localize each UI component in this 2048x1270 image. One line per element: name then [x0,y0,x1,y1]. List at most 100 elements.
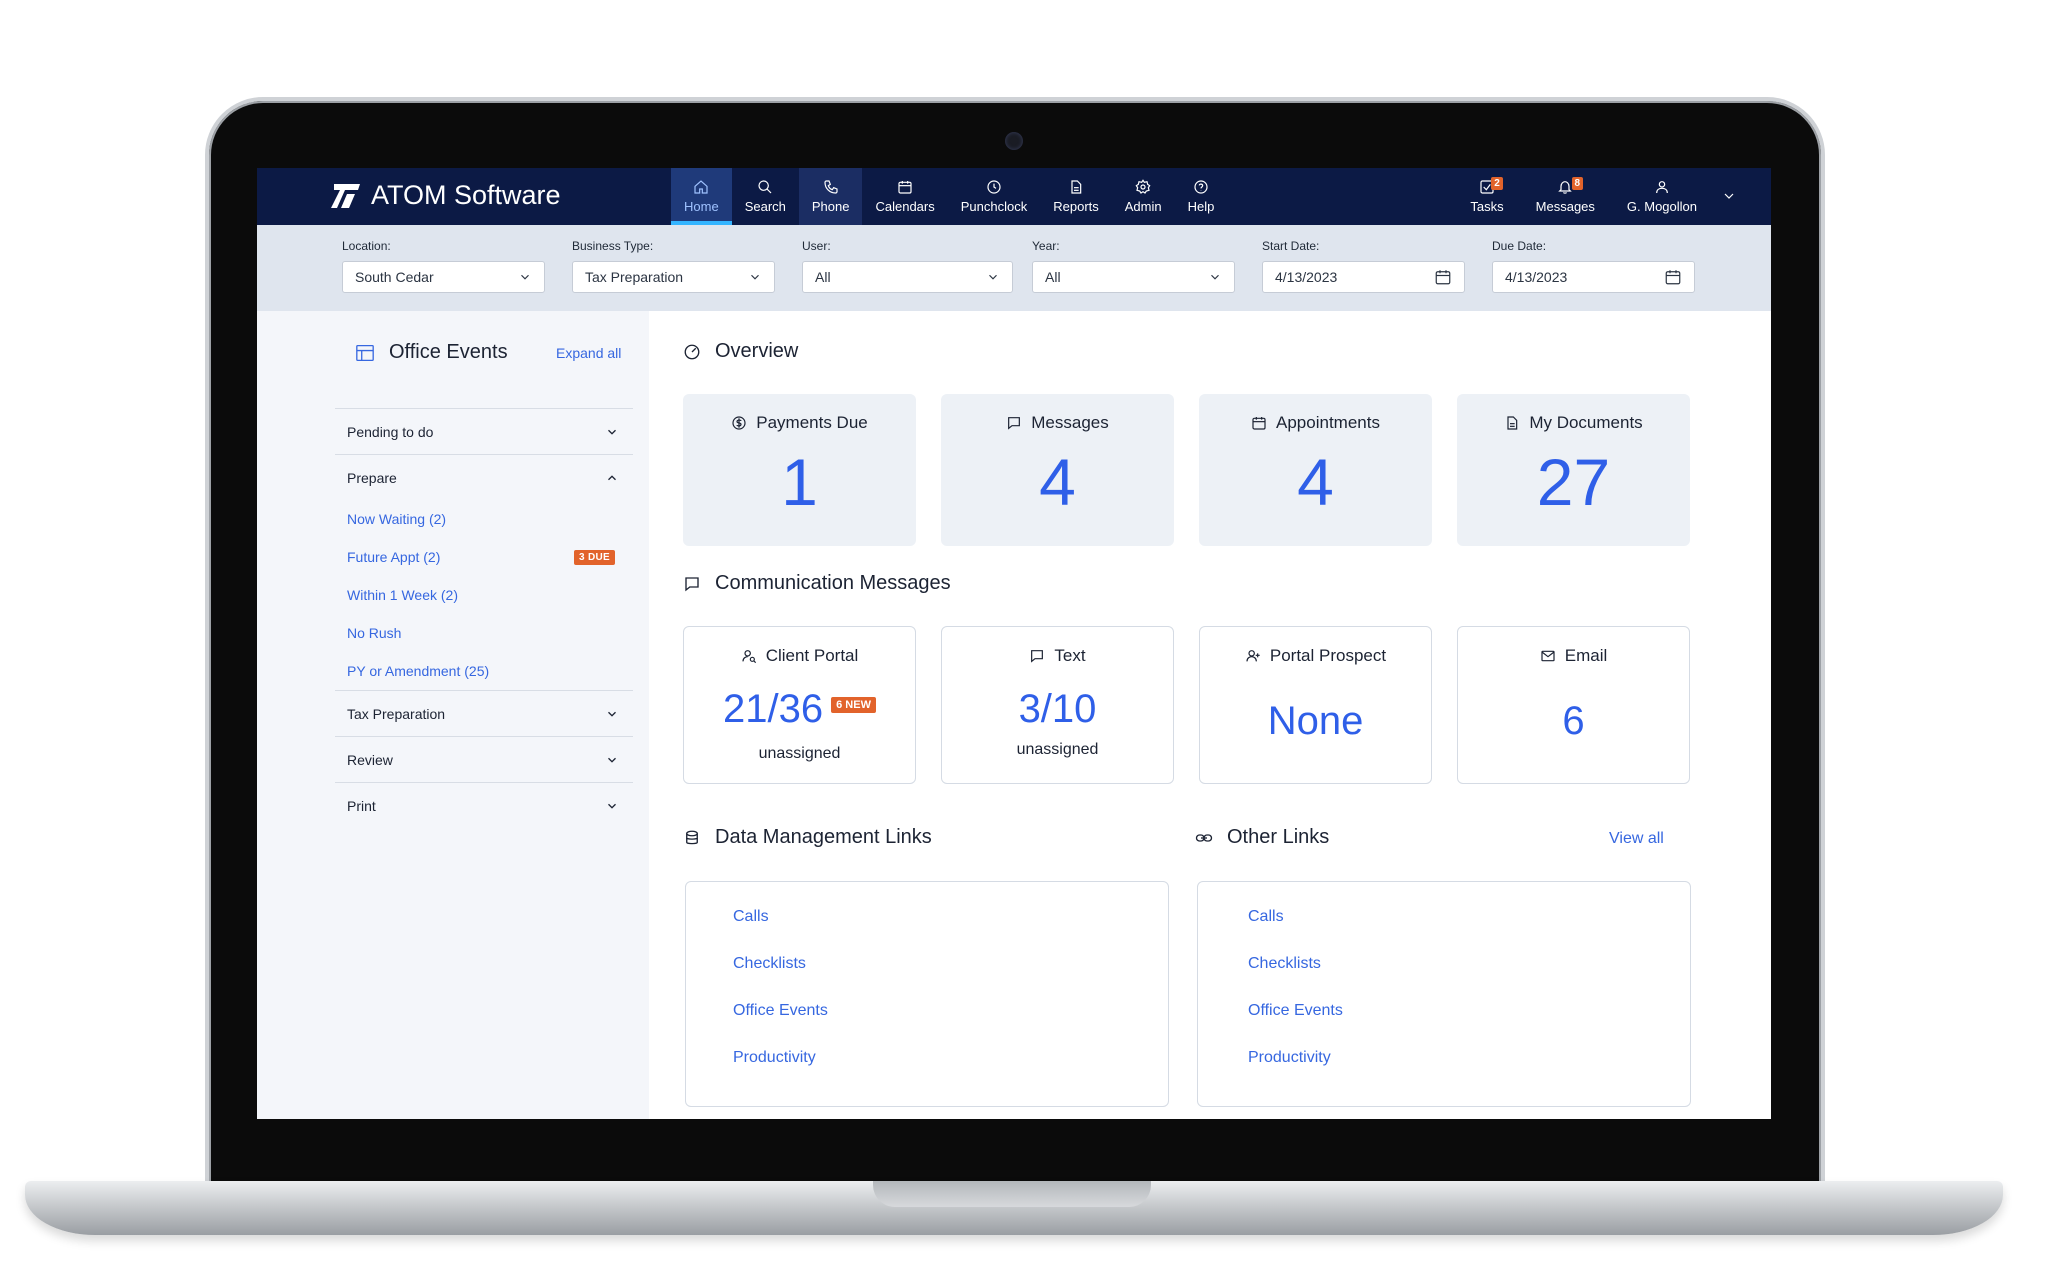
start-date-input[interactable]: 4/13/2023 [1262,261,1465,293]
prepare-item[interactable]: PY or Amendment (25) [335,652,633,690]
card-value: 21/36 [723,687,824,731]
nav-tasks[interactable]: 2 Tasks [1456,168,1517,225]
chevron-down-icon [608,803,616,809]
card-value: 4 [1039,445,1076,519]
due-date-input[interactable]: 4/13/2023 [1492,261,1695,293]
location-label: Location: [342,239,391,253]
accordion-tax-preparation[interactable]: Tax Preparation [335,690,633,736]
payments-due-card[interactable]: Payments Due 1 [683,394,916,546]
other-link-office-events[interactable]: Office Events [1248,1002,1343,1020]
prepare-item[interactable]: Within 1 Week (2) [335,576,633,614]
location-filter: Location: South Cedar [342,239,545,293]
message-icon [685,576,699,591]
data-link-calls[interactable]: Calls [733,908,769,926]
accordion-label: Print [347,797,376,814]
user-search-icon [742,650,756,664]
prepare-item[interactable]: Now Waiting (2) [335,500,633,538]
other-link-checklists[interactable]: Checklists [1248,955,1321,973]
other-links-box: Calls Checklists Office Events Productiv… [1197,881,1691,1107]
portal-prospect-card[interactable]: Portal Prospect None [1199,626,1432,784]
chevron-down-icon [608,711,616,717]
card-value: 6 [1562,699,1585,743]
user-select[interactable]: All [802,261,1013,293]
report-icon [1071,180,1082,194]
card-label: Portal Prospect [1269,646,1387,665]
other-links-header: Other Links [1195,826,1329,849]
business-type-value: Tax Preparation [585,269,684,285]
data-link-productivity[interactable]: Productivity [733,1049,816,1067]
item-label: Within 1 Week (2) [347,587,458,603]
start-date-label: Start Date: [1262,239,1320,253]
calendar-icon[interactable] [1664,268,1682,286]
nav-label: Admin [1124,199,1162,214]
prepare-item[interactable]: No Rush [335,614,633,652]
nav-messages[interactable]: 8 Messages [1522,168,1609,225]
nav-home[interactable]: Home [671,168,732,225]
nav-label: Punchclock [960,199,1028,214]
office-events-accordion: Pending to do Prepare Now Waiting (2) Fu… [335,408,633,828]
year-select[interactable]: All [1032,261,1235,293]
due-badge: 3 DUE [574,549,615,565]
chevron-down-icon [751,274,759,280]
office-events-title: Office Events [389,341,508,363]
accordion-prepare[interactable]: Prepare [335,454,633,500]
item-label: No Rush [347,625,402,641]
business-type-select[interactable]: Tax Preparation [572,261,775,293]
nav-label: Reports [1053,199,1099,214]
data-link-office-events[interactable]: Office Events [733,1002,828,1020]
calendar-icon [898,181,912,194]
other-link-calls[interactable]: Calls [1248,908,1284,926]
brand[interactable]: ATOM Software [331,180,561,211]
message-icon [1008,417,1021,430]
nav-label: Tasks [1470,199,1504,214]
messages-card[interactable]: Messages 4 [941,394,1174,546]
email-card[interactable]: Email 6 [1457,626,1690,784]
prepare-items: Now Waiting (2) Future Appt (2) 3 DUE Wi… [335,500,633,690]
expand-all-link[interactable]: Expand all [556,345,621,361]
view-all-link[interactable]: View all [1609,830,1664,848]
nav-label: Phone [811,199,850,214]
text-card[interactable]: Text 3/10 unassigned [941,626,1174,784]
nav-punchclock[interactable]: Punchclock [948,168,1040,225]
calendar-icon[interactable] [1434,268,1452,286]
card-value: None [1267,699,1364,743]
nav-admin[interactable]: Admin [1112,168,1175,225]
year-value: All [1045,269,1061,285]
data-links-header: Data Management Links [683,826,932,849]
mail-icon [1541,650,1555,662]
year-filter: Year: All [1032,239,1235,293]
data-links-title: Data Management Links [715,826,932,848]
accordion-pending[interactable]: Pending to do [335,408,633,454]
device-mockup: ATOM Software Home Search Phone Calendar… [0,0,2048,1270]
accordion-print[interactable]: Print [335,782,633,828]
client-portal-card[interactable]: Client Portal 21/36 6 NEW unassigned [683,626,916,784]
accordion-review[interactable]: Review [335,736,633,782]
appointments-card[interactable]: Appointments 4 [1199,394,1432,546]
nav-search[interactable]: Search [732,168,799,225]
chevron-down-icon [608,757,616,763]
card-label: Email [1564,646,1608,665]
data-link-checklists[interactable]: Checklists [733,955,806,973]
other-link-productivity[interactable]: Productivity [1248,1049,1331,1067]
chevron-down-icon [989,274,997,280]
brand-name: ATOM Software [371,180,561,210]
nav-help[interactable]: Help [1175,168,1228,225]
nav-calendars[interactable]: Calendars [862,168,947,225]
user-filter: User: All [802,239,1013,293]
clock-icon [987,180,1001,194]
gear-icon [1135,179,1151,194]
my-documents-card[interactable]: My Documents 27 [1457,394,1690,546]
chevron-up-icon [608,474,616,480]
overview-title: Overview [715,340,799,362]
nav-reports[interactable]: Reports [1040,168,1112,225]
dollar-circle-icon [732,416,746,430]
location-select[interactable]: South Cedar [342,261,545,293]
nav-user-menu[interactable]: G. Mogollon [1613,168,1734,225]
nav-label: Search [744,199,786,214]
card-subtext: unassigned [758,745,841,762]
prepare-item[interactable]: Future Appt (2) 3 DUE [335,538,633,576]
nav-right: 2 Tasks 8 Messages G. Mogollon [1456,168,1734,225]
home-icon [694,180,708,194]
nav-phone[interactable]: Phone [798,168,863,225]
due-date-label: Due Date: [1492,239,1547,253]
